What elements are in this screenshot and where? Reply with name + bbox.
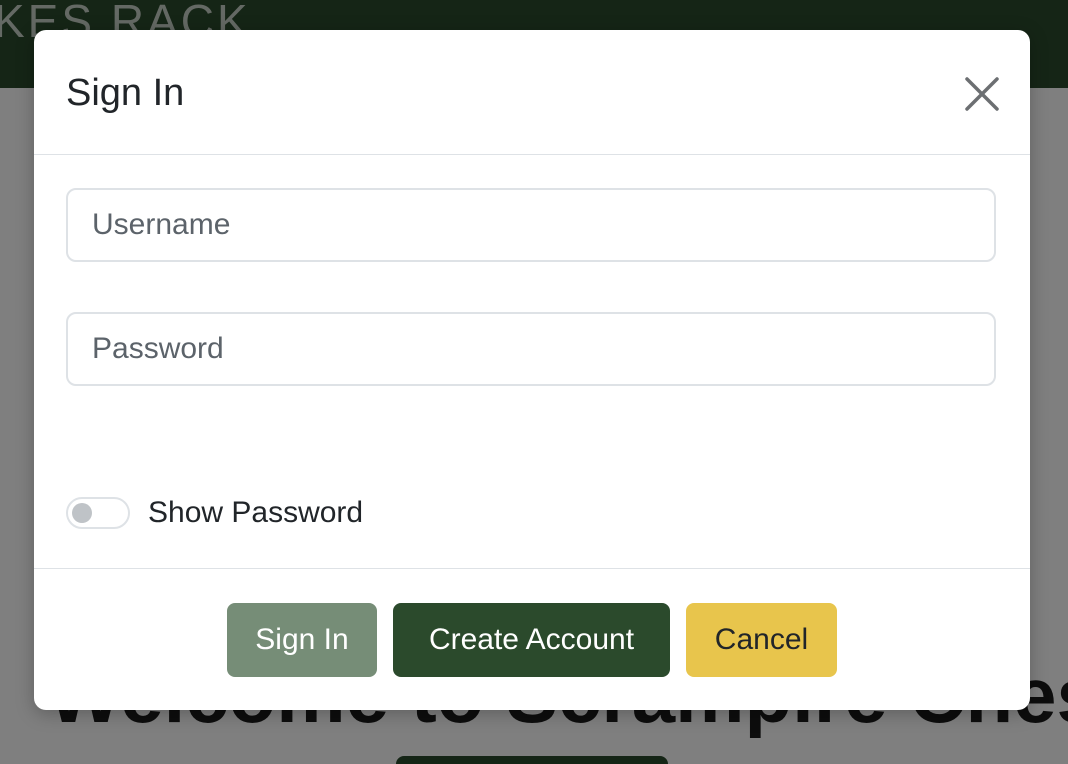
create-account-button[interactable]: Create Account <box>393 603 670 677</box>
show-password-label[interactable]: Show Password <box>148 496 363 530</box>
close-icon <box>965 77 999 111</box>
username-input[interactable] <box>68 190 994 260</box>
modal-title: Sign In <box>66 72 185 114</box>
show-password-row: Show Password <box>66 491 363 535</box>
sign-in-button[interactable]: Sign In <box>227 603 377 677</box>
password-field-wrapper <box>66 312 996 386</box>
username-field-wrapper <box>66 188 996 262</box>
modal-body: Show Password <box>34 155 1030 567</box>
sign-in-modal: Sign In Show Password <box>34 30 1030 710</box>
page: KES RACK Welcome to Scrampire Chess Sign… <box>0 0 1068 764</box>
modal-footer: Sign In Create Account Cancel <box>34 568 1030 710</box>
cancel-button[interactable]: Cancel <box>686 603 837 677</box>
password-input[interactable] <box>68 314 994 384</box>
show-password-toggle[interactable] <box>66 497 130 529</box>
modal-header: Sign In <box>34 30 1030 155</box>
close-button[interactable] <box>960 72 1004 116</box>
toggle-knob <box>72 503 92 523</box>
